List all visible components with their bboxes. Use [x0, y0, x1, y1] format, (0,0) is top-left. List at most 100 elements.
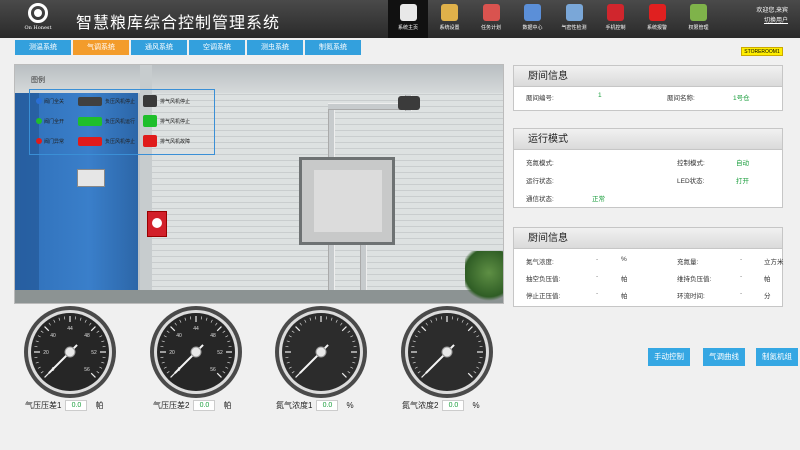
- action-button-1[interactable]: 气调曲线: [703, 348, 745, 366]
- main-nav: 系统主页 系统设置 任务计划 数据中心 气密性检测 手机控制 系统报警 权限管理: [388, 0, 720, 38]
- tools-icon: [441, 4, 458, 21]
- tab-4[interactable]: 测虫系统: [247, 40, 303, 55]
- negative-fan-icon: [78, 96, 102, 106]
- nav-item-label: 任务计划: [480, 25, 501, 31]
- storeroom-badge[interactable]: STOREROOM1: [741, 47, 783, 56]
- gauge-tick-label: 20: [169, 350, 175, 356]
- room-info-title: 厨间信息: [514, 66, 782, 87]
- room-name-label: 厫间名称:: [667, 95, 695, 102]
- gauge-tick-label: 52: [91, 350, 97, 356]
- run-mode-label: 充氮模式:: [526, 160, 554, 167]
- tab-0[interactable]: 测温系统: [15, 40, 71, 55]
- logo-mark-icon: [28, 3, 48, 23]
- detail-dash-2: -: [740, 256, 743, 263]
- gauge-caption: 氮气浓度1 0.0%: [276, 400, 354, 411]
- nav-item-label: 系统设置: [439, 25, 460, 31]
- legend-fan1-label: 负压风机运行: [105, 118, 136, 125]
- detail-dash: -: [596, 273, 599, 280]
- detail-dash-2: -: [740, 290, 743, 297]
- door-sign: [77, 169, 105, 187]
- gauge-label: 气压压差2: [153, 401, 190, 410]
- gauge-hub: [441, 346, 453, 358]
- nav-item-0[interactable]: 系统主页: [388, 0, 428, 38]
- negative-fan-icon: [78, 116, 102, 126]
- detail-dash: -: [596, 290, 599, 297]
- legend-fan1-label: 负压风机停止: [105, 138, 136, 145]
- top-header: On Honest 智慧粮库综合控制管理系统 系统主页 系统设置 任务计划 数据中心 气…: [0, 0, 800, 38]
- exhaust-fan-legend-icon: [143, 95, 157, 107]
- tab-5[interactable]: 制氮系统: [305, 40, 361, 55]
- run-mode-label: 运行状态:: [526, 178, 554, 185]
- gauge-label: 气压压差1: [25, 401, 62, 410]
- gauge-value-field: 0.0: [65, 400, 88, 411]
- run-mode-label-2: LED状态:: [677, 178, 705, 185]
- gauge-tick-label: 20: [43, 350, 49, 356]
- nav-item-7[interactable]: 权限管理: [679, 0, 719, 38]
- exhaust-fan-icon[interactable]: [398, 96, 420, 110]
- nav-item-6[interactable]: 系统报警: [637, 0, 677, 38]
- room-detail-panel: 厨间信息 氮气浓度: -% 充氮量: - 立方米 抽空负压值: - 帕维持负压值: - 帕停止正压…: [513, 227, 784, 307]
- legend-valve-label: 阀门异常: [44, 138, 65, 145]
- switch-user-link[interactable]: 切换用户: [756, 16, 788, 26]
- mail-icon: [607, 4, 624, 21]
- detail-unit: 帕: [621, 276, 628, 283]
- gauge-unit: 帕: [95, 401, 104, 410]
- app-title: 智慧粮库综合控制管理系统: [76, 15, 281, 32]
- gauge-dial: 0204044485256: [24, 306, 116, 398]
- users-icon: [690, 4, 707, 21]
- nav-item-3[interactable]: 数据中心: [513, 0, 553, 38]
- gauge-0: 0204044485256: [22, 304, 118, 404]
- scene-floor: [15, 290, 503, 303]
- room-name-value: 1号仓: [733, 95, 750, 102]
- storeroom-scene: 图例 阀门全关 负压风机停止 排气风机停止 阀门全开 负压风机运行 排气风机停止 阀门异常负…: [14, 64, 504, 304]
- nav-item-1[interactable]: 系统设置: [430, 0, 470, 38]
- gauge-caption: 气压压差1 0.0 帕: [25, 400, 103, 411]
- gauge-tick-label: 48: [84, 333, 90, 339]
- gauge-label: 氮气浓度1: [276, 401, 313, 410]
- nav-item-label: 气密性检测: [561, 25, 587, 31]
- room-id-value: 1: [598, 92, 602, 99]
- run-mode-label-2: 控制模式:: [677, 160, 705, 167]
- nav-item-5[interactable]: 手机控制: [596, 0, 636, 38]
- legend-row: 阀门异常 负压风机停止 排气风机故障: [36, 134, 194, 148]
- room-info-panel: 厨间信息 厫间编号: 1 厫间名称: 1号仓: [513, 65, 783, 111]
- gauge-1: 0204044485256: [148, 304, 244, 404]
- nav-item-label: 权限管理: [688, 25, 709, 31]
- gauge-hub: [315, 346, 327, 358]
- tab-3[interactable]: 空调系统: [189, 40, 245, 55]
- legend-fan1-item: 负压风机运行: [78, 116, 139, 126]
- detail-unit: 帕: [621, 293, 628, 300]
- legend-row: 阀门全开 负压风机运行 排气风机停止: [36, 114, 194, 128]
- gauge-tick-label: 40: [50, 333, 56, 339]
- action-button-0[interactable]: 手动控制: [648, 348, 690, 366]
- gauge-hub: [190, 346, 202, 358]
- welcome-box: 欢迎您,来宾 切换用户: [756, 6, 788, 26]
- detail-label-2: 维持负压值:: [677, 276, 712, 283]
- legend-box: 阀门全关 负压风机停止 排气风机停止 阀门全开 负压风机运行 排气风机停止 阀门异常 负压风机…: [29, 89, 215, 155]
- detail-label: 抽空负压值:: [526, 276, 561, 283]
- valve-dot-icon: [36, 98, 42, 104]
- tab-1[interactable]: 气调系统: [73, 40, 129, 55]
- gauge-tick-label: 40: [176, 333, 182, 339]
- detail-label: 停止正压值:: [526, 293, 561, 300]
- gauge-dial: [275, 306, 367, 398]
- gauge-tick-label: 44: [193, 326, 199, 332]
- valve-cabinet[interactable]: [299, 157, 395, 245]
- legend-row: 阀门全关 负压风机停止 排气风机停止: [36, 94, 194, 108]
- gauge-unit: %: [346, 401, 354, 410]
- inspect-icon: [565, 4, 583, 21]
- legend-fan2-item: 排气风机故障: [143, 135, 190, 147]
- legend-valve-item: 阀门全开: [36, 118, 74, 125]
- logo-text: On Honest: [24, 25, 52, 31]
- tab-2[interactable]: 通风系统: [131, 40, 187, 55]
- action-button-2[interactable]: 制氮机组: [756, 348, 798, 366]
- nav-item-4[interactable]: 气密性检测: [554, 0, 594, 38]
- system-tabs: 测温系统 气调系统 通风系统 空调系统 测虫系统 制氮系统: [15, 40, 363, 55]
- gauge-value-field: 0.0: [316, 400, 339, 411]
- alarm-icon: [648, 4, 666, 21]
- detail-unit-2: 帕: [764, 276, 771, 283]
- valve-cabinet-inner: [314, 170, 382, 232]
- nav-item-2[interactable]: 任务计划: [471, 0, 511, 38]
- nav-item-label: 手机控制: [605, 25, 626, 31]
- valve-dot-icon: [36, 138, 42, 144]
